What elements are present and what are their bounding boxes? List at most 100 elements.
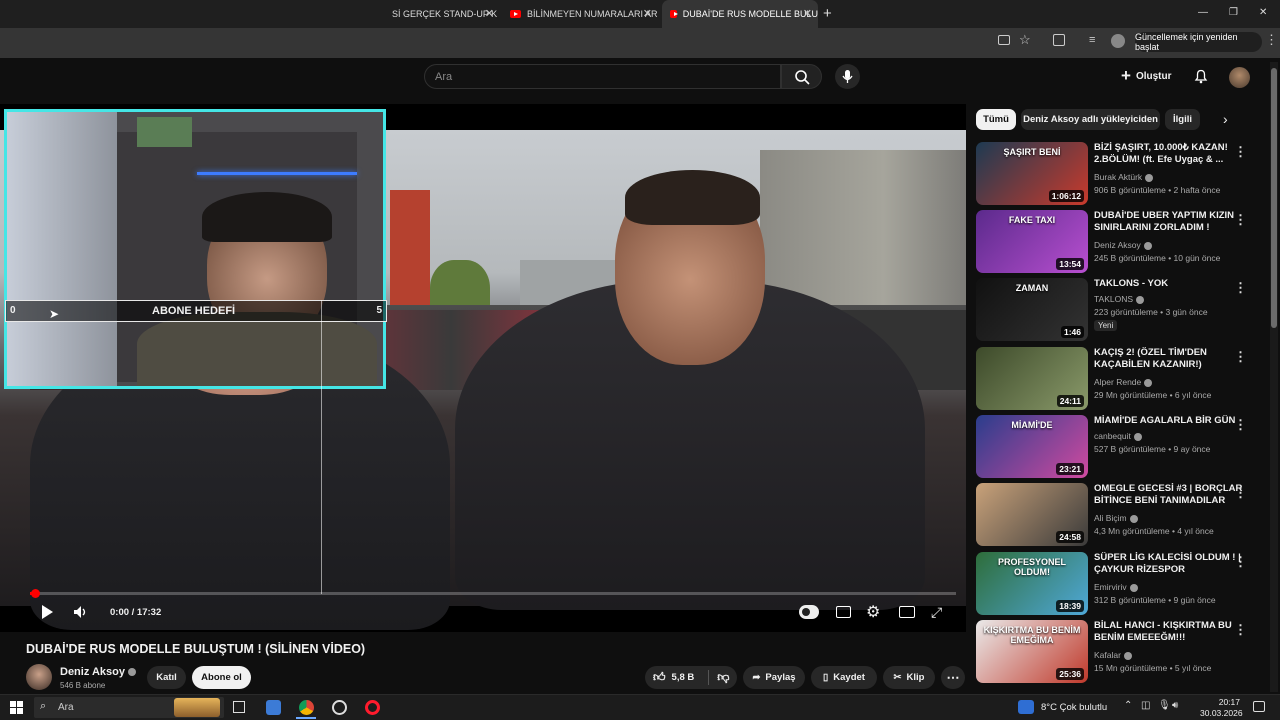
more-options-icon[interactable]: ⋮ bbox=[1234, 417, 1247, 433]
close-tab-icon[interactable]: ✕ bbox=[803, 7, 812, 20]
account-avatar[interactable] bbox=[1229, 67, 1250, 88]
share-button[interactable]: ➦ Paylaş bbox=[743, 666, 805, 689]
recommendation-item[interactable]: KIŞKIRTMA BU BENİM EMEĞİMA 25:36 BİLAL HAN… bbox=[976, 620, 1266, 684]
video-thumbnail[interactable]: KIŞKIRTMA BU BENİM EMEĞİMA 25:36 bbox=[976, 620, 1088, 683]
recommendation-channel[interactable]: Alper Rende bbox=[1094, 377, 1153, 387]
video-thumbnail[interactable]: 24:58 bbox=[976, 483, 1088, 546]
media-control-icon[interactable]: ≡ bbox=[1089, 34, 1095, 46]
opera-icon[interactable] bbox=[365, 700, 380, 715]
more-options-icon[interactable]: ⋮ bbox=[1234, 212, 1247, 228]
play-button[interactable] bbox=[40, 604, 54, 624]
more-options-icon[interactable]: ⋮ bbox=[1234, 144, 1247, 160]
recommendation-channel[interactable]: canbequit bbox=[1094, 431, 1142, 441]
recommendation-channel[interactable]: Deniz Aksoy bbox=[1094, 240, 1152, 250]
task-view-icon[interactable] bbox=[233, 701, 245, 713]
voice-search-button[interactable] bbox=[835, 64, 860, 89]
browser-tab[interactable]: Sİ GERÇEK STAND-UP K ✕ bbox=[388, 0, 500, 28]
chevron-right-icon[interactable]: › bbox=[1223, 111, 1228, 127]
save-button[interactable]: ▯ Kaydet bbox=[811, 666, 877, 689]
volume-icon[interactable]: 🔊︎ bbox=[1172, 700, 1178, 711]
settings-gear-icon[interactable]: ⚙ bbox=[866, 602, 880, 622]
more-options-icon[interactable]: ⋮ bbox=[1234, 280, 1247, 296]
network-icon[interactable]: ◫ bbox=[1141, 700, 1150, 711]
update-restart-button[interactable]: Güncellemek için yeniden başlat bbox=[1135, 32, 1262, 52]
recommendation-title[interactable]: DUBAİ'DE UBER YAPTIM KIZIN SINIRLARINI Z… bbox=[1094, 210, 1244, 234]
browser-tab-active[interactable]: DUBAİ'DE RUS MODELLE BULU ✕ bbox=[662, 0, 818, 28]
channel-name[interactable]: Deniz Aksoy bbox=[60, 666, 137, 678]
volume-button[interactable] bbox=[73, 605, 89, 623]
recommendation-channel[interactable]: Emirviriv bbox=[1094, 582, 1138, 592]
close-window-button[interactable]: ✕ bbox=[1259, 7, 1267, 18]
subtitles-icon[interactable] bbox=[836, 606, 851, 618]
dislike-button[interactable]: 👎︎ bbox=[708, 670, 729, 685]
recommendation-title[interactable]: SÜPER LİG KALECİSİ OLDUM ! | ÇAYKUR RİZE… bbox=[1094, 552, 1244, 576]
profile-avatar-icon[interactable] bbox=[1111, 34, 1125, 48]
scrollbar-thumb[interactable] bbox=[1271, 68, 1277, 328]
channel-avatar[interactable] bbox=[26, 664, 52, 690]
restore-button[interactable]: ❐ bbox=[1229, 7, 1238, 18]
tray-chevron-icon[interactable]: ⌃ bbox=[1124, 700, 1132, 711]
bookmark-star-icon[interactable]: ☆ bbox=[1019, 32, 1031, 48]
windows-start-icon[interactable] bbox=[10, 701, 23, 714]
chip-from-uploader[interactable]: Deniz Aksoy adlı yükleyiciden bbox=[1021, 109, 1160, 130]
chrome-icon[interactable] bbox=[299, 700, 314, 715]
recommendation-item[interactable]: PROFESYONEL OLDUM! 18:39 SÜPER LİG KALECİS… bbox=[976, 552, 1266, 616]
new-tab-button[interactable]: + bbox=[823, 5, 832, 22]
video-thumbnail[interactable]: ŞAŞIRT BENİ 1:06:12 bbox=[976, 142, 1088, 205]
recommendation-channel[interactable]: TAKLONS bbox=[1094, 294, 1145, 304]
video-progress-bar[interactable] bbox=[30, 589, 956, 598]
notification-center-icon[interactable] bbox=[1253, 701, 1265, 712]
search-input[interactable]: Ara bbox=[424, 64, 781, 89]
taskbar-search-box[interactable]: ⌕ Ara bbox=[34, 697, 224, 718]
video-thumbnail[interactable]: ZAMAN 1:46 bbox=[976, 278, 1088, 341]
recommendation-title[interactable]: OMEGLE GECESİ #3 | BORÇLAR BİTİNCE BENİ … bbox=[1094, 483, 1244, 507]
app-icon-3[interactable] bbox=[332, 700, 347, 715]
video-player[interactable]: 0 ABONE HEDEFİ 5 ➤ bbox=[0, 104, 966, 632]
notifications-button[interactable] bbox=[1193, 68, 1209, 89]
recommendation-item[interactable]: MİAMİ'DE 23:21 MİAMİ'DE AGALARLA BİR GÜN ca… bbox=[976, 415, 1266, 479]
extensions-icon[interactable] bbox=[1053, 34, 1065, 46]
app-icon-1[interactable] bbox=[266, 700, 281, 715]
more-options-icon[interactable]: ⋮ bbox=[1234, 485, 1247, 501]
video-thumbnail[interactable]: 24:11 bbox=[976, 347, 1088, 410]
video-thumbnail[interactable]: PROFESYONEL OLDUM! 18:39 bbox=[976, 552, 1088, 615]
more-options-icon[interactable]: ⋮ bbox=[1234, 554, 1247, 570]
browser-tab[interactable]: BİLİNMEYEN NUMARALARI AR ✕ bbox=[502, 0, 658, 28]
recommendation-item[interactable]: 24:58 OMEGLE GECESİ #3 | BORÇLAR BİTİNCE … bbox=[976, 483, 1266, 547]
more-options-icon[interactable]: ⋮ bbox=[1234, 622, 1247, 638]
close-tab-icon[interactable]: ✕ bbox=[485, 7, 494, 20]
video-thumbnail[interactable]: MİAMİ'DE 23:21 bbox=[976, 415, 1088, 478]
video-thumbnail[interactable]: FAKE TAXI 13:54 bbox=[976, 210, 1088, 273]
weather-text[interactable]: 8°C Çok bulutlu bbox=[1041, 702, 1107, 713]
recommendation-channel[interactable]: Burak Aktürk bbox=[1094, 172, 1154, 182]
search-button[interactable] bbox=[781, 64, 822, 89]
install-app-icon[interactable] bbox=[998, 35, 1010, 45]
recommendation-title[interactable]: KAÇIŞ 2! (ÖZEL TİM'DEN KAÇABİLEN KAZANIR… bbox=[1094, 347, 1244, 371]
recommendation-channel[interactable]: Kafalar bbox=[1094, 650, 1132, 660]
recommendation-title[interactable]: MİAMİ'DE AGALARLA BİR GÜN bbox=[1094, 415, 1244, 427]
like-button[interactable]: 👍︎ bbox=[653, 670, 666, 685]
miniplayer-icon[interactable] bbox=[899, 606, 915, 618]
create-button[interactable]: + Oluştur bbox=[1121, 66, 1172, 85]
microphone-icon[interactable]: 🎙︎ bbox=[1158, 700, 1171, 711]
more-actions-button[interactable]: ⋯ bbox=[941, 666, 965, 689]
fullscreen-icon[interactable]: ⤢ bbox=[931, 604, 942, 621]
more-options-icon[interactable]: ⋮ bbox=[1234, 349, 1247, 365]
clip-button[interactable]: ✂ Klip bbox=[883, 666, 935, 689]
recommendation-item[interactable]: ZAMAN 1:46 TAKLONS - YOK TAKLONS 223 görüntü… bbox=[976, 278, 1266, 342]
recommendation-title[interactable]: BİLAL HANCI - KIŞKIRTMA BU BENİM EMEEEĞM… bbox=[1094, 620, 1244, 644]
recommendation-item[interactable]: 24:11 KAÇIŞ 2! (ÖZEL TİM'DEN KAÇABİLEN KA… bbox=[976, 347, 1266, 411]
join-button[interactable]: Katıl bbox=[147, 666, 186, 689]
progress-scrubber[interactable] bbox=[31, 589, 40, 598]
clock-date[interactable]: 30.03.2026 bbox=[1200, 708, 1243, 718]
autoplay-toggle[interactable] bbox=[799, 605, 819, 619]
recommendation-title[interactable]: BİZİ ŞAŞIRT, 10.000₺ KAZAN! 2.BÖLÜM! (ft… bbox=[1094, 142, 1244, 166]
close-tab-icon[interactable]: ✕ bbox=[643, 7, 652, 20]
recommendation-item[interactable]: FAKE TAXI 13:54 DUBAİ'DE UBER YAPTIM KIZIN… bbox=[976, 210, 1266, 274]
recommendation-item[interactable]: ŞAŞIRT BENİ 1:06:12 BİZİ ŞAŞIRT, 10.000₺ K… bbox=[976, 142, 1266, 206]
subscribe-button[interactable]: Abone ol bbox=[192, 666, 251, 689]
browser-menu-icon[interactable]: ⋮ bbox=[1265, 32, 1278, 48]
recommendation-title[interactable]: TAKLONS - YOK bbox=[1094, 278, 1244, 290]
chip-all[interactable]: Tümü bbox=[976, 109, 1016, 130]
clock-time[interactable]: 20:17 bbox=[1206, 697, 1240, 707]
